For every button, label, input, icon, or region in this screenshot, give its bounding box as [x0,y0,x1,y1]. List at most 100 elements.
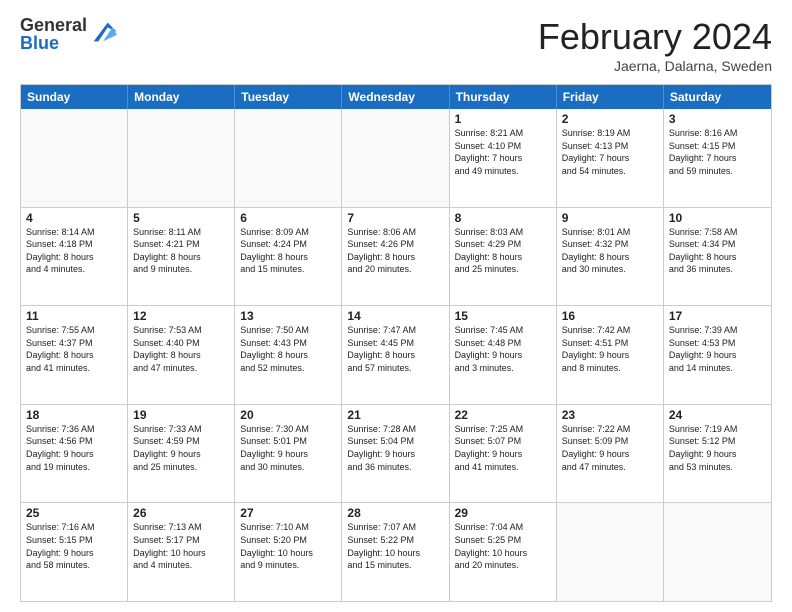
day-info: Sunrise: 7:47 AM Sunset: 4:45 PM Dayligh… [347,324,443,374]
calendar-cell: 17Sunrise: 7:39 AM Sunset: 4:53 PM Dayli… [664,306,771,404]
day-info: Sunrise: 8:06 AM Sunset: 4:26 PM Dayligh… [347,226,443,276]
day-number: 22 [455,408,551,422]
day-info: Sunrise: 7:10 AM Sunset: 5:20 PM Dayligh… [240,521,336,571]
calendar-cell: 25Sunrise: 7:16 AM Sunset: 5:15 PM Dayli… [21,503,128,601]
calendar-cell: 22Sunrise: 7:25 AM Sunset: 5:07 PM Dayli… [450,405,557,503]
day-number: 27 [240,506,336,520]
header-day-thursday: Thursday [450,85,557,109]
day-info: Sunrise: 7:42 AM Sunset: 4:51 PM Dayligh… [562,324,658,374]
month-title: February 2024 [538,16,772,58]
day-number: 18 [26,408,122,422]
header-day-wednesday: Wednesday [342,85,449,109]
day-info: Sunrise: 7:33 AM Sunset: 4:59 PM Dayligh… [133,423,229,473]
calendar-cell: 9Sunrise: 8:01 AM Sunset: 4:32 PM Daylig… [557,208,664,306]
day-info: Sunrise: 7:36 AM Sunset: 4:56 PM Dayligh… [26,423,122,473]
day-number: 17 [669,309,766,323]
day-number: 8 [455,211,551,225]
calendar-cell [21,109,128,207]
day-info: Sunrise: 8:14 AM Sunset: 4:18 PM Dayligh… [26,226,122,276]
calendar-cell: 23Sunrise: 7:22 AM Sunset: 5:09 PM Dayli… [557,405,664,503]
calendar-cell: 11Sunrise: 7:55 AM Sunset: 4:37 PM Dayli… [21,306,128,404]
calendar-cell: 3Sunrise: 8:16 AM Sunset: 4:15 PM Daylig… [664,109,771,207]
day-info: Sunrise: 7:45 AM Sunset: 4:48 PM Dayligh… [455,324,551,374]
day-number: 26 [133,506,229,520]
day-info: Sunrise: 7:13 AM Sunset: 5:17 PM Dayligh… [133,521,229,571]
day-number: 29 [455,506,551,520]
day-info: Sunrise: 8:09 AM Sunset: 4:24 PM Dayligh… [240,226,336,276]
day-info: Sunrise: 7:28 AM Sunset: 5:04 PM Dayligh… [347,423,443,473]
day-number: 14 [347,309,443,323]
calendar-cell: 16Sunrise: 7:42 AM Sunset: 4:51 PM Dayli… [557,306,664,404]
day-info: Sunrise: 8:01 AM Sunset: 4:32 PM Dayligh… [562,226,658,276]
header-day-tuesday: Tuesday [235,85,342,109]
calendar-row-3: 11Sunrise: 7:55 AM Sunset: 4:37 PM Dayli… [21,305,771,404]
day-info: Sunrise: 8:11 AM Sunset: 4:21 PM Dayligh… [133,226,229,276]
calendar-cell: 14Sunrise: 7:47 AM Sunset: 4:45 PM Dayli… [342,306,449,404]
day-number: 7 [347,211,443,225]
logo-general: General [20,16,87,34]
day-number: 19 [133,408,229,422]
day-number: 24 [669,408,766,422]
day-number: 12 [133,309,229,323]
calendar-cell: 28Sunrise: 7:07 AM Sunset: 5:22 PM Dayli… [342,503,449,601]
calendar-cell [557,503,664,601]
day-info: Sunrise: 8:16 AM Sunset: 4:15 PM Dayligh… [669,127,766,177]
logo-blue: Blue [20,34,87,52]
calendar-cell: 2Sunrise: 8:19 AM Sunset: 4:13 PM Daylig… [557,109,664,207]
day-number: 23 [562,408,658,422]
calendar-row-1: 1Sunrise: 8:21 AM Sunset: 4:10 PM Daylig… [21,109,771,207]
page: General Blue February 2024 Jaerna, Dalar… [0,0,792,612]
day-number: 20 [240,408,336,422]
calendar-cell: 4Sunrise: 8:14 AM Sunset: 4:18 PM Daylig… [21,208,128,306]
day-number: 13 [240,309,336,323]
calendar-cell: 20Sunrise: 7:30 AM Sunset: 5:01 PM Dayli… [235,405,342,503]
calendar-body: 1Sunrise: 8:21 AM Sunset: 4:10 PM Daylig… [21,109,771,601]
day-number: 2 [562,112,658,126]
day-number: 1 [455,112,551,126]
header-day-monday: Monday [128,85,235,109]
day-info: Sunrise: 8:03 AM Sunset: 4:29 PM Dayligh… [455,226,551,276]
calendar: SundayMondayTuesdayWednesdayThursdayFrid… [20,84,772,602]
calendar-row-2: 4Sunrise: 8:14 AM Sunset: 4:18 PM Daylig… [21,207,771,306]
calendar-cell: 5Sunrise: 8:11 AM Sunset: 4:21 PM Daylig… [128,208,235,306]
day-info: Sunrise: 7:04 AM Sunset: 5:25 PM Dayligh… [455,521,551,571]
logo-icon [89,18,117,46]
day-info: Sunrise: 8:19 AM Sunset: 4:13 PM Dayligh… [562,127,658,177]
day-info: Sunrise: 7:53 AM Sunset: 4:40 PM Dayligh… [133,324,229,374]
calendar-cell: 18Sunrise: 7:36 AM Sunset: 4:56 PM Dayli… [21,405,128,503]
calendar-cell: 29Sunrise: 7:04 AM Sunset: 5:25 PM Dayli… [450,503,557,601]
calendar-cell: 15Sunrise: 7:45 AM Sunset: 4:48 PM Dayli… [450,306,557,404]
logo: General Blue [20,16,117,52]
day-info: Sunrise: 8:21 AM Sunset: 4:10 PM Dayligh… [455,127,551,177]
day-info: Sunrise: 7:25 AM Sunset: 5:07 PM Dayligh… [455,423,551,473]
calendar-cell [128,109,235,207]
day-number: 9 [562,211,658,225]
calendar-header: SundayMondayTuesdayWednesdayThursdayFrid… [21,85,771,109]
calendar-cell: 10Sunrise: 7:58 AM Sunset: 4:34 PM Dayli… [664,208,771,306]
calendar-cell: 19Sunrise: 7:33 AM Sunset: 4:59 PM Dayli… [128,405,235,503]
calendar-cell [342,109,449,207]
day-number: 3 [669,112,766,126]
day-number: 5 [133,211,229,225]
title-block: February 2024 Jaerna, Dalarna, Sweden [538,16,772,74]
day-info: Sunrise: 7:50 AM Sunset: 4:43 PM Dayligh… [240,324,336,374]
calendar-row-5: 25Sunrise: 7:16 AM Sunset: 5:15 PM Dayli… [21,502,771,601]
day-info: Sunrise: 7:55 AM Sunset: 4:37 PM Dayligh… [26,324,122,374]
calendar-cell: 8Sunrise: 8:03 AM Sunset: 4:29 PM Daylig… [450,208,557,306]
calendar-cell: 26Sunrise: 7:13 AM Sunset: 5:17 PM Dayli… [128,503,235,601]
calendar-cell: 12Sunrise: 7:53 AM Sunset: 4:40 PM Dayli… [128,306,235,404]
day-info: Sunrise: 7:58 AM Sunset: 4:34 PM Dayligh… [669,226,766,276]
header: General Blue February 2024 Jaerna, Dalar… [20,16,772,74]
calendar-cell [235,109,342,207]
day-info: Sunrise: 7:30 AM Sunset: 5:01 PM Dayligh… [240,423,336,473]
calendar-row-4: 18Sunrise: 7:36 AM Sunset: 4:56 PM Dayli… [21,404,771,503]
day-number: 25 [26,506,122,520]
day-number: 16 [562,309,658,323]
day-number: 4 [26,211,122,225]
calendar-cell [664,503,771,601]
day-info: Sunrise: 7:22 AM Sunset: 5:09 PM Dayligh… [562,423,658,473]
calendar-cell: 24Sunrise: 7:19 AM Sunset: 5:12 PM Dayli… [664,405,771,503]
calendar-cell: 27Sunrise: 7:10 AM Sunset: 5:20 PM Dayli… [235,503,342,601]
day-info: Sunrise: 7:07 AM Sunset: 5:22 PM Dayligh… [347,521,443,571]
day-number: 15 [455,309,551,323]
